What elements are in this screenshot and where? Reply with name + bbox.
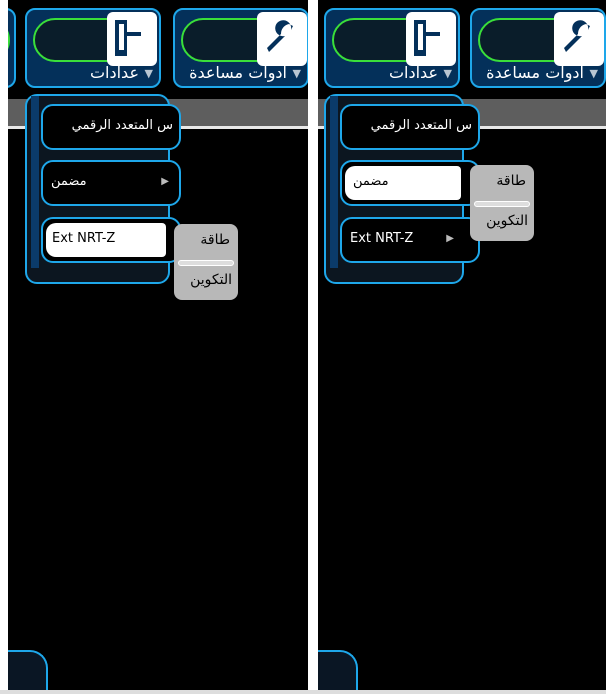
submenu-arrow-icon: ▶ [161, 176, 169, 187]
submenu-arrow-icon: ▶ [446, 233, 454, 244]
menu-item-embedded[interactable]: مضمن ▶ [41, 160, 181, 206]
help-tool-button[interactable]: ادوات مساعدة ▼ [470, 8, 606, 88]
toolbar-tool-partial[interactable] [8, 8, 16, 88]
settings-tool-button[interactable]: عدادات ▼ [25, 8, 161, 88]
left-edge [0, 0, 8, 694]
submenu-panel: طاقة التكوين [470, 165, 534, 241]
submenu-item-configuration[interactable]: التكوين [486, 213, 528, 229]
help-tool-button[interactable]: ادوات مساعدة ▼ [173, 8, 308, 88]
menu-item-digital-multimeter[interactable]: س المتعدد الرقمي [41, 104, 181, 150]
chevron-down-icon[interactable]: ▼ [590, 67, 598, 80]
submenu-item-configuration[interactable]: التكوين [190, 272, 232, 288]
settings-tool-label: عدادات [89, 63, 139, 82]
wrench-icon [554, 12, 604, 66]
bottom-corner-tab[interactable] [8, 650, 48, 690]
menu-item-embedded[interactable]: مضمن [340, 160, 480, 206]
menu-item-digital-multimeter[interactable]: س المتعدد الرقمي [340, 104, 480, 150]
bottom-corner-tab[interactable] [318, 650, 358, 690]
help-tool-label: ادوات مساعدة [189, 63, 287, 82]
submenu-item-power[interactable]: طاقة [200, 232, 230, 248]
meter-panel-icon [406, 12, 456, 66]
menu-item-ext-nrt-z[interactable]: Ext NRT-Z ▶ [340, 217, 480, 263]
left-panel: عدادات ▼ ادوات مساعدة ▼ س المتعدد الرقمي… [8, 0, 308, 694]
center-divider [308, 0, 318, 694]
settings-tool-button[interactable]: عدادات ▼ [324, 8, 460, 88]
submenu-panel: طاقة التكوين [174, 224, 238, 300]
chevron-down-icon[interactable]: ▼ [145, 67, 153, 80]
settings-dropdown: س المتعدد الرقمي مضمن Ext NRT-Z ▶ [324, 94, 480, 284]
menu-item-ext-nrt-z[interactable]: Ext NRT-Z [41, 217, 181, 263]
settings-dropdown: س المتعدد الرقمي مضمن ▶ Ext NRT-Z [25, 94, 181, 284]
settings-tool-label: عدادات [388, 63, 438, 82]
wrench-icon [257, 12, 307, 66]
submenu-item-power[interactable]: طاقة [496, 173, 526, 189]
chevron-down-icon[interactable]: ▼ [444, 67, 452, 80]
bottom-line [0, 690, 606, 694]
right-panel: عدادات ▼ ادوات مساعدة ▼ س المتعدد الرقمي… [318, 0, 606, 694]
help-tool-label: ادوات مساعدة [486, 63, 584, 82]
meter-panel-icon [107, 12, 157, 66]
chevron-down-icon[interactable]: ▼ [293, 67, 301, 80]
